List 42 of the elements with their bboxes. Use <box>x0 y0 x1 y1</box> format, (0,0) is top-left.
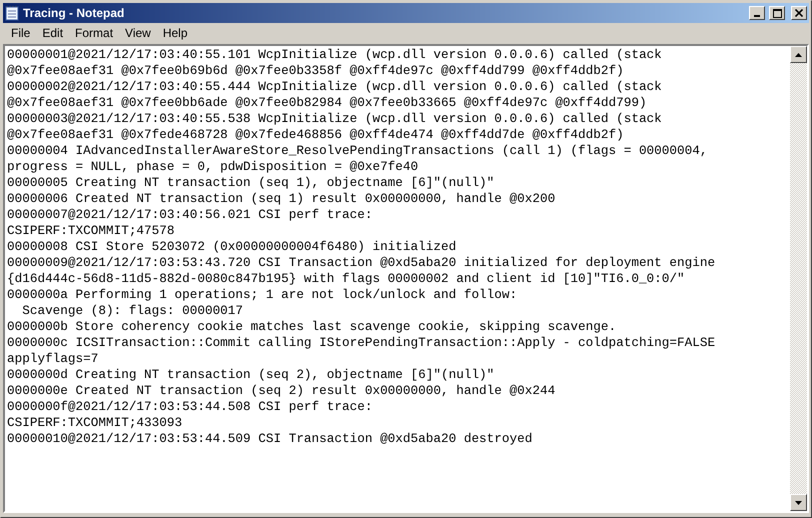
text-line: @0x7fee08aef31 @0x7fee0b69b6d @0x7fee0b3358f @0xff4de97c @0xff4dd799 @0xff4ddb2f) <box>7 63 625 79</box>
text-line: 0000000e Created NT transaction (seq 2) result 0x00000000, handle @0x244 <box>7 383 556 399</box>
menu-item[interactable]: Help <box>156 24 194 40</box>
maximize-button[interactable] <box>769 6 785 20</box>
minimize-button[interactable] <box>749 6 765 20</box>
text-line: 0000000c ICSITransaction::Commit calling IStorePendingTransaction::Apply - coldpatching=FALSE <box>7 335 716 351</box>
menu-item[interactable]: Edit <box>36 24 70 40</box>
text-line: 00000003@2021/12/17:03:40:55.538 WcpInitialize (wcp.dll version 0.0.0.6) called (stack <box>7 111 663 127</box>
text-line: progress = NULL, phase = 0, pdwDisposition = @0xe7fe40 <box>7 159 420 175</box>
text-line: 00000005 Creating NT transaction (seq 1), objectname [6]"(null)" <box>7 175 496 191</box>
menu-item[interactable]: Format <box>69 24 120 40</box>
maximize-icon <box>772 8 782 18</box>
text-line: 00000007@2021/12/17:03:40:56.021 CSI perf trace: <box>7 207 374 223</box>
text-line: @0x7fee08aef31 @0x7fee0bb6ade @0x7fee0b82984 @0x7fee0b33665 @0xff4de97c @0xff4dd799) <box>7 95 648 111</box>
close-button[interactable] <box>791 6 807 20</box>
text-line: 0000000d Creating NT transaction (seq 2), objectname [6]"(null)" <box>7 367 496 383</box>
up-arrow-icon <box>795 52 802 56</box>
vertical-scrollbar[interactable] <box>790 46 807 511</box>
text-line: 00000002@2021/12/17:03:40:55.444 WcpInitialize (wcp.dll version 0.0.0.6) called (stack <box>7 79 663 95</box>
text-line: 0000000b Store coherency cookie matches last scavenge cookie, skipping scavenge. <box>7 319 618 335</box>
menu-item[interactable]: File <box>5 24 36 40</box>
scroll-down-button[interactable] <box>790 494 807 511</box>
down-arrow-icon <box>795 500 802 504</box>
window-title: Tracing - Notepad <box>23 6 126 20</box>
close-icon <box>795 9 803 17</box>
text-line: 0000000f@2021/12/17:03:53:44.508 CSI perf trace: <box>7 399 374 415</box>
text-line: CSIPERF:TXCOMMIT;433093 <box>7 415 184 431</box>
notepad-icon <box>5 5 19 21</box>
text-line: 00000009@2021/12/17:03:53:43.720 CSI Transaction @0xd5aba20 initialized for deployment engine <box>7 255 716 271</box>
text-line: 00000008 CSI Store 5203072 (0x00000000004f6480) initialized <box>7 239 458 255</box>
text-line: applyflags=7 <box>7 351 100 367</box>
text-line: @0x7fee08aef31 @0x7fede468728 @0x7fede468856 @0xff4de474 @0xff4dd7de @0xff4ddb2f) <box>7 127 625 143</box>
text-line: CSIPERF:TXCOMMIT;47578 <box>7 223 176 239</box>
text-line: 00000004 IAdvancedInstallerAwareStore_ResolvePendingTransactions (call 1) (flags = 00000004, <box>7 143 708 159</box>
menu-item[interactable]: View <box>119 24 157 40</box>
text-line: Scavenge (8): flags: 00000017 <box>21 303 244 319</box>
text-line: {d16d444c-56d8-11d5-882d-0080c847b195} with flags 00000002 and client id [10]"TI6.0_0:0/" <box>7 271 686 287</box>
text-line: 00000006 Created NT transaction (seq 1) result 0x00000000, handle @0x200 <box>7 191 556 207</box>
scroll-up-button[interactable] <box>790 46 807 63</box>
text-line: 00000010@2021/12/17:03:53:44.509 CSI Transaction @0xd5aba20 destroyed <box>7 431 534 447</box>
text-line: 00000001@2021/12/17:03:40:55.101 WcpInitialize (wcp.dll version 0.0.0.6) called (stack <box>7 47 663 63</box>
text-line: 0000000a Performing 1 operations; 1 are not lock/unlock and follow: <box>7 287 518 303</box>
